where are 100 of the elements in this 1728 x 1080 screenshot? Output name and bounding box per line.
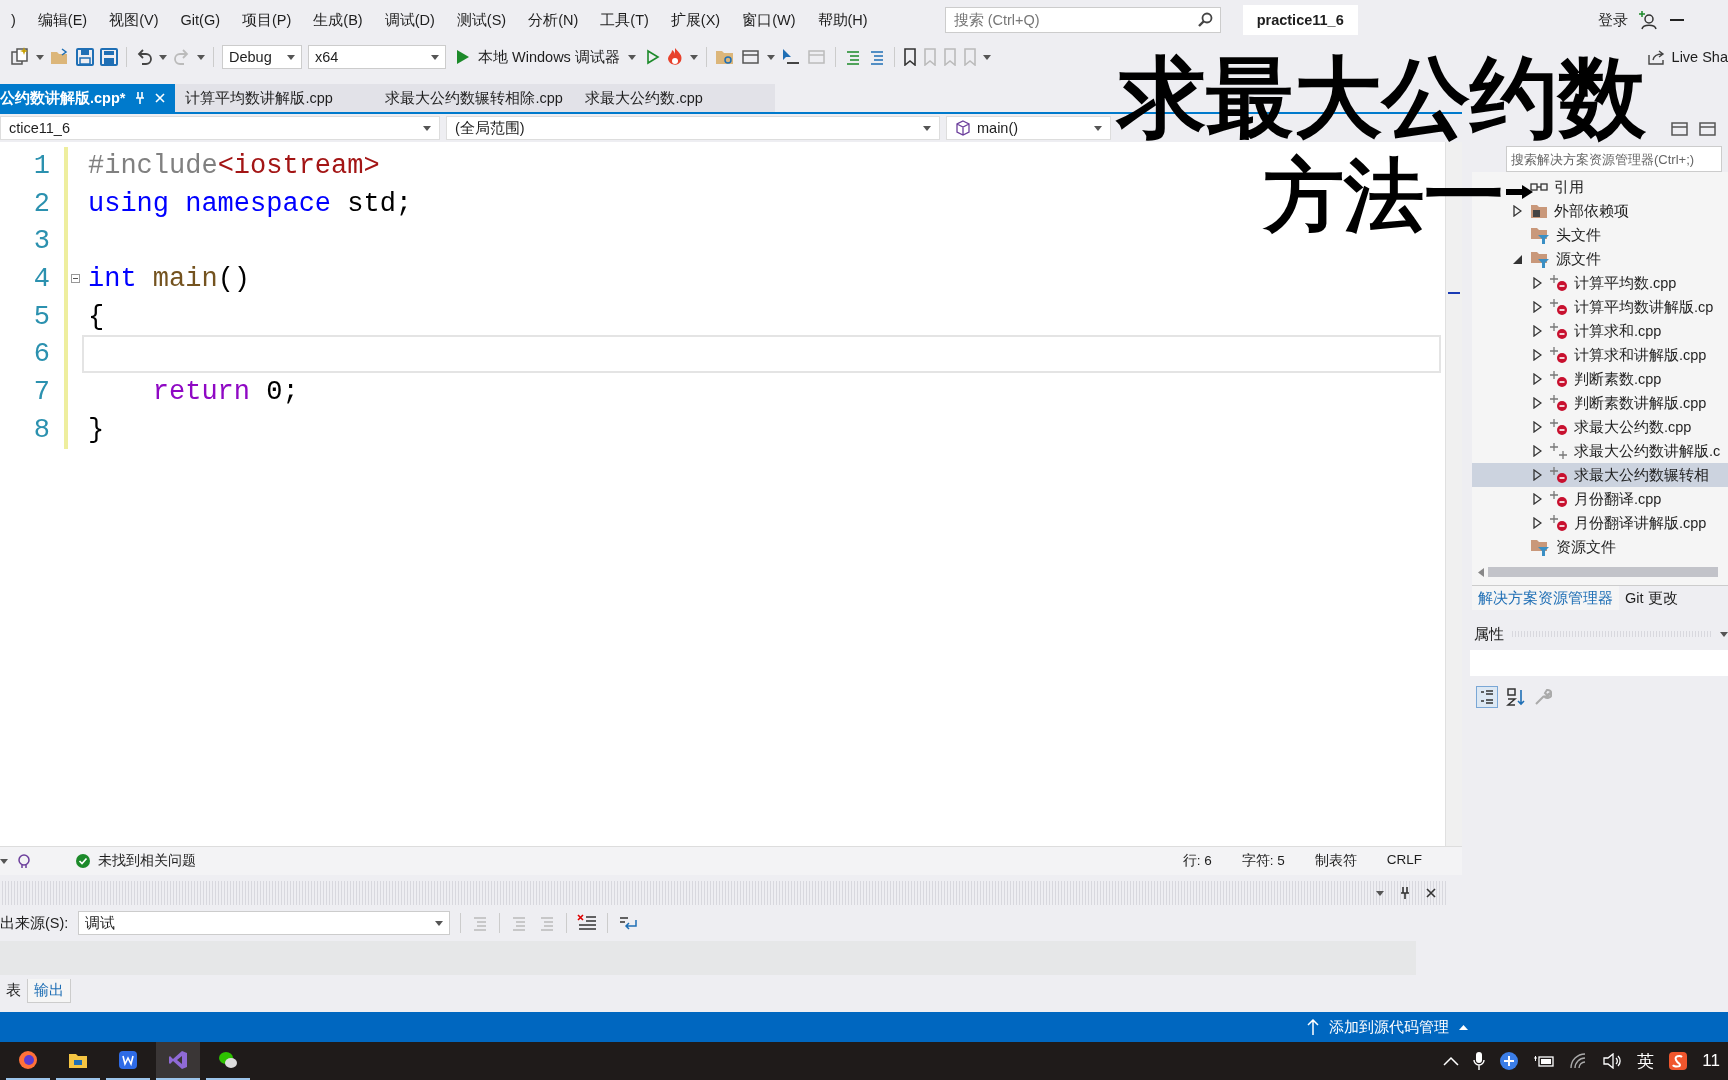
save-all-icon[interactable] [100, 48, 118, 66]
tree-item[interactable]: 计算求和讲解版.cpp [1574, 345, 1707, 365]
editor-tab[interactable]: 求最大公约数.cpp [575, 84, 776, 112]
menu-item[interactable]: 工具(T) [589, 10, 660, 30]
collapse-arrow-icon[interactable] [1512, 254, 1522, 264]
menu-item[interactable]: 扩展(X) [659, 10, 732, 30]
menu-item[interactable]: 分析(N) [517, 10, 590, 30]
menu-item[interactable]: 项目(P) [231, 10, 303, 30]
menu-item[interactable]: 测试(S) [445, 10, 518, 30]
chat-app-icon[interactable] [218, 1050, 238, 1070]
cursor-icon[interactable] [780, 48, 801, 66]
browser-icon[interactable] [18, 1050, 38, 1070]
panel-tab[interactable]: 输出 [27, 979, 71, 1003]
tree-row[interactable]: 计算求和.cpp [1472, 319, 1728, 343]
add-to-source-control-button[interactable]: 添加到源代码管理 [1307, 1017, 1468, 1037]
tree-item[interactable]: 外部依赖项 [1554, 201, 1629, 221]
tree-row[interactable]: 月份翻译.cpp [1472, 487, 1728, 511]
tree-row[interactable]: 月份翻译讲解版.cpp [1472, 511, 1728, 535]
window-icon[interactable] [740, 48, 761, 66]
menu-item[interactable]: Git(G) [169, 12, 231, 28]
tree-item[interactable]: 计算求和.cpp [1574, 321, 1662, 341]
pin-icon[interactable] [1400, 887, 1410, 899]
scope-dropdown[interactable]: (全局范围) [446, 116, 940, 140]
tree-item[interactable]: 计算平均数讲解版.cp [1574, 297, 1714, 317]
tree-item[interactable]: 资源文件 [1556, 537, 1616, 557]
configuration-dropdown[interactable]: Debug [222, 45, 302, 69]
expand-arrow-icon[interactable] [1532, 469, 1542, 481]
tree-item[interactable]: 求最大公约数.cpp [1574, 417, 1692, 437]
tree-item[interactable]: 判断素数讲解版.cpp [1574, 393, 1707, 413]
editor-tab[interactable]: 计算平均数讲解版.cpp [175, 84, 376, 112]
plus-circle-icon[interactable] [1499, 1051, 1520, 1071]
start-debugging-button[interactable]: 本地 Windows 调试器 [452, 47, 640, 67]
menu-item[interactable]: 调试(D) [373, 10, 446, 30]
line-indicator[interactable]: 行: 6 [1182, 852, 1212, 870]
live-share-button[interactable]: Live Sha [1647, 49, 1728, 65]
panel-tab[interactable]: 表 [0, 979, 27, 1003]
panel-tab[interactable]: Git 更改 [1619, 586, 1684, 610]
menu-item[interactable]: 视图(V) [98, 10, 170, 30]
add-user-icon[interactable] [1637, 10, 1658, 30]
menu-item[interactable]: 窗口(W) [731, 10, 807, 30]
search-icon[interactable] [1196, 12, 1213, 28]
expand-arrow-icon[interactable] [1532, 277, 1542, 289]
member-dropdown[interactable]: main() [946, 116, 1111, 140]
expand-arrow-icon[interactable] [1532, 301, 1542, 313]
microphone-icon[interactable] [1473, 1051, 1486, 1071]
expand-arrow-icon[interactable] [1512, 205, 1522, 217]
expand-arrow-icon[interactable] [1532, 517, 1542, 529]
word-wrap-icon[interactable] [618, 914, 639, 932]
switch-views-icon[interactable] [1698, 120, 1718, 138]
menu-item[interactable]: 生成(B) [302, 10, 374, 30]
output-source-dropdown[interactable]: 调试 [78, 911, 451, 935]
tree-row[interactable]: 计算平均数.cpp [1472, 271, 1728, 295]
tree-item[interactable]: 求最大公约数讲解版.c [1574, 441, 1721, 461]
expand-arrow-icon[interactable] [1532, 373, 1542, 385]
sort-icon[interactable] [1506, 687, 1526, 707]
categorized-icon[interactable] [1476, 686, 1498, 708]
collapse-all-icon[interactable] [1670, 120, 1690, 138]
share-icon[interactable] [1647, 49, 1666, 65]
editor-tab[interactable]: 求最大公约数辗转相除.cpp [375, 84, 576, 112]
expand-arrow-icon[interactable] [1532, 349, 1542, 361]
tree-row[interactable]: 求最大公约数.cpp [1472, 415, 1728, 439]
menu-item[interactable]: 编辑(E) [26, 10, 99, 30]
horizontal-scrollbar[interactable] [1478, 565, 1718, 579]
start-without-debugging-icon[interactable] [645, 49, 660, 65]
tree-row[interactable]: 判断素数讲解版.cpp [1472, 391, 1728, 415]
tree-row[interactable]: 求最大公约数讲解版.c [1472, 439, 1728, 463]
chevron-up-icon[interactable] [1443, 1056, 1460, 1066]
indent-indicator[interactable]: 制表符 [1314, 852, 1357, 870]
tree-item[interactable]: 引用 [1554, 177, 1584, 197]
brain-icon[interactable] [16, 853, 32, 869]
issues-status[interactable]: 未找到相关问题 [98, 852, 196, 870]
column-indicator[interactable]: 字符: 5 [1241, 852, 1285, 870]
scroll-left-icon[interactable] [1478, 567, 1484, 577]
bookmark-icon[interactable] [902, 48, 917, 66]
panel-tab[interactable]: 解决方案资源管理器 [1472, 586, 1619, 610]
expand-arrow-icon[interactable] [1532, 493, 1542, 505]
folder-search-icon[interactable] [714, 48, 735, 66]
selected-row-highlight[interactable]: 求最大公约数辗转相 [1472, 463, 1728, 487]
expand-arrow-icon[interactable] [1532, 421, 1542, 433]
tree-item[interactable]: 月份翻译.cpp [1574, 489, 1662, 509]
tree-row[interactable]: 计算平均数讲解版.cp [1472, 295, 1728, 319]
tree-row[interactable]: 计算求和讲解版.cpp [1472, 343, 1728, 367]
tree-item[interactable]: 月份翻译讲解版.cpp [1574, 513, 1707, 533]
platform-dropdown[interactable]: x64 [308, 45, 446, 69]
clear-all-icon[interactable] [577, 914, 598, 932]
search-field[interactable]: 搜索 (Ctrl+Q) [944, 7, 1221, 33]
expand-arrow-icon[interactable] [1532, 325, 1542, 337]
new-project-icon[interactable] [10, 47, 30, 67]
tree-item[interactable]: 计算平均数.cpp [1574, 273, 1677, 293]
clock[interactable]: 11 [1702, 1051, 1720, 1071]
save-icon[interactable] [76, 48, 94, 66]
ime-icon[interactable] [1668, 1051, 1689, 1071]
close-icon[interactable] [1426, 888, 1436, 898]
play-icon[interactable] [456, 49, 470, 65]
tree-item[interactable]: 源文件 [1556, 249, 1601, 269]
undo-icon[interactable] [135, 48, 153, 66]
tree-row[interactable]: 判断素数.cpp [1472, 367, 1728, 391]
expand-arrow-icon[interactable] [1532, 397, 1542, 409]
speaker-icon[interactable] [1603, 1053, 1624, 1069]
menu-item[interactable]: 帮助(H) [806, 10, 879, 30]
